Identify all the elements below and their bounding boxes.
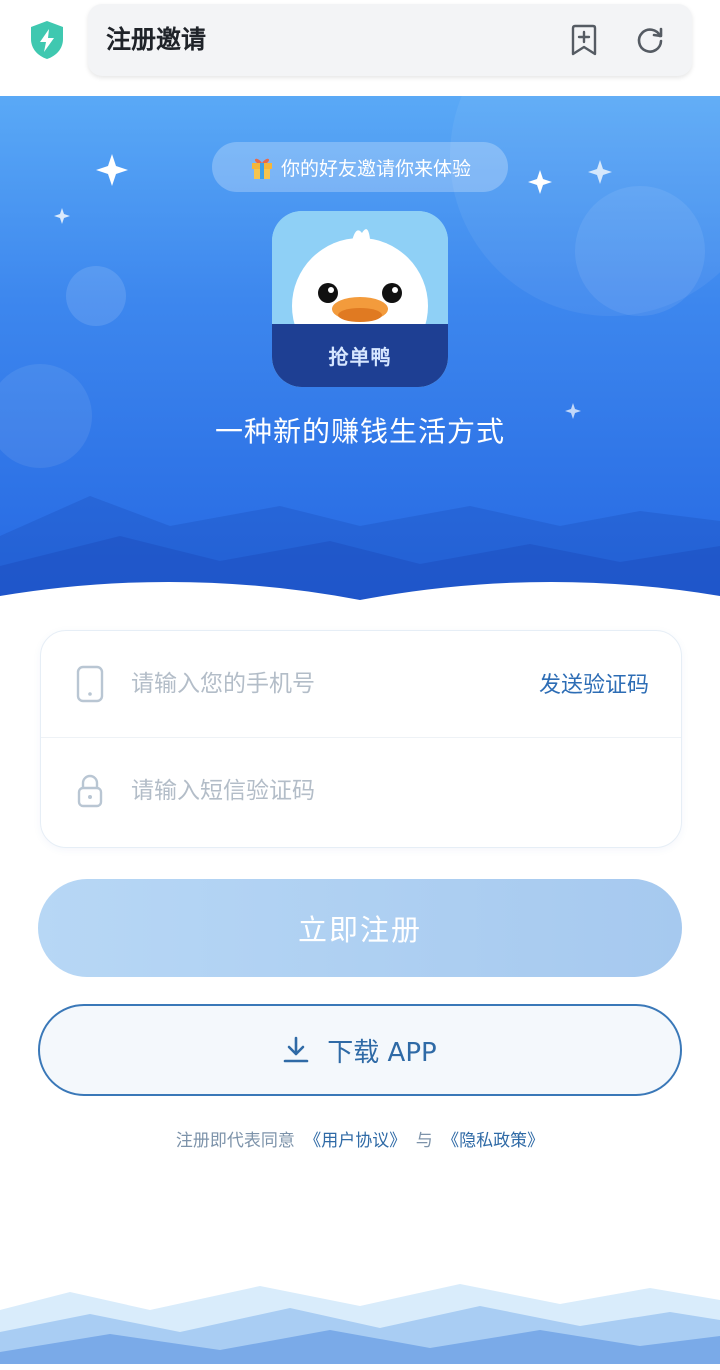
privacy-policy-link[interactable]: 《隐私政策》 [442, 1131, 544, 1151]
sms-code-input[interactable] [129, 770, 513, 812]
gift-icon [251, 158, 272, 179]
agreement-prefix: 注册即代表同意 [175, 1131, 295, 1151]
phone-row: 发送验证码 [41, 631, 681, 738]
phone-input[interactable] [129, 663, 513, 705]
agreement-text: 注册即代表同意 《用户协议》 与 《隐私政策》 [0, 1126, 720, 1151]
address-bar[interactable]: 注册邀请 [88, 4, 692, 76]
download-icon [283, 1036, 309, 1063]
shield-bolt-icon[interactable] [28, 20, 66, 60]
app-name-label: 抢单鸭 [328, 345, 392, 369]
page-title: 注册邀请 [106, 25, 207, 54]
download-app-button[interactable]: 下载 APP [38, 1004, 682, 1096]
agreement-conjunction: 与 [415, 1131, 433, 1151]
register-button[interactable]: 立即注册 [38, 879, 682, 977]
app-logo: 抢单鸭 [272, 211, 448, 387]
bookmark-add-icon[interactable] [568, 24, 600, 56]
invite-badge: 你的好友邀请你来体验 [212, 142, 508, 192]
code-row [41, 738, 681, 844]
bottom-wave-decoration [0, 1284, 720, 1370]
invite-text: 你的好友邀请你来体验 [280, 157, 471, 180]
user-agreement-link[interactable]: 《用户协议》 [304, 1131, 406, 1151]
download-label: 下载 APP [327, 1037, 437, 1068]
hero-banner: 你的好友邀请你来体验 抢单鸭 一种新的赚钱生活方式 [0, 96, 720, 606]
register-form-card: 发送验证码 [40, 630, 682, 848]
slogan: 一种新的赚钱生活方式 [214, 415, 505, 448]
lock-icon [77, 774, 103, 808]
refresh-icon[interactable] [634, 24, 666, 56]
send-code-button[interactable]: 发送验证码 [539, 667, 649, 699]
phone-icon [76, 665, 104, 703]
browser-top-bar: 注册邀请 [0, 0, 720, 96]
